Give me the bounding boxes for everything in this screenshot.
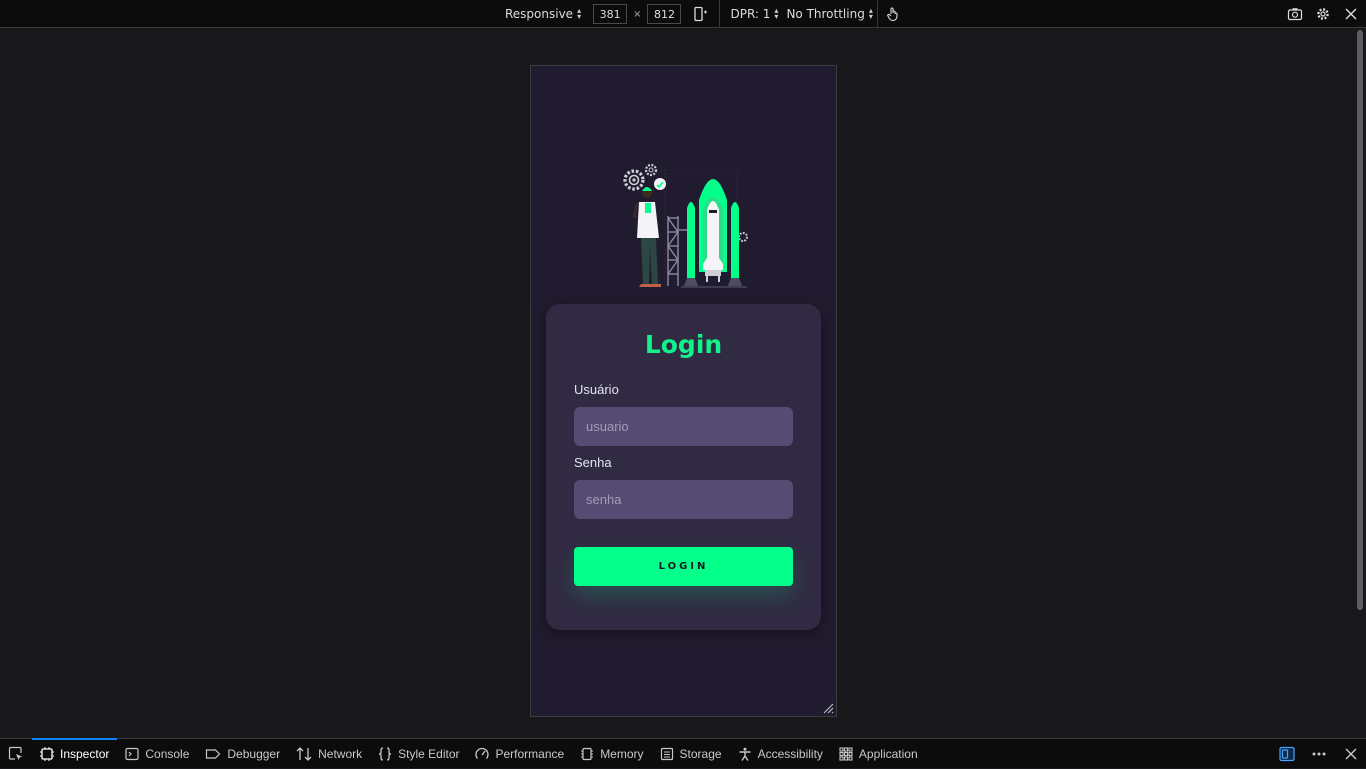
- tab-console[interactable]: Console: [117, 739, 197, 769]
- tab-label: Accessibility: [757, 746, 823, 761]
- viewport-width-input[interactable]: 381: [593, 4, 628, 24]
- tab-label: Memory: [600, 746, 644, 761]
- responsive-mode-button[interactable]: [1278, 745, 1296, 763]
- tab-application[interactable]: Application: [831, 739, 926, 769]
- element-picker-button[interactable]: [0, 739, 32, 769]
- screenshot-button[interactable]: [1286, 5, 1304, 23]
- viewport-height-input[interactable]: 812: [647, 4, 682, 24]
- tab-label: Inspector: [60, 746, 110, 761]
- vertical-scrollbar[interactable]: [1356, 30, 1364, 738]
- updown-icon: ▴ ▾: [868, 6, 873, 21]
- throttling-label: No Throttling: [786, 7, 865, 21]
- throttling-selector[interactable]: No Throttling ▴ ▾: [786, 6, 873, 22]
- rocket-launch-illustration: [623, 163, 748, 288]
- more-options-button[interactable]: [1310, 745, 1328, 763]
- responsive-viewport: Login Usuário Senha LOGIN: [530, 65, 837, 717]
- toolbar-divider: [876, 0, 878, 28]
- close-icon: [1345, 748, 1357, 760]
- tab-label: Network: [318, 746, 363, 761]
- close-rdm-button[interactable]: [1342, 5, 1360, 23]
- viewport-resize-handle[interactable]: [822, 702, 834, 714]
- password-input[interactable]: [574, 480, 793, 519]
- updown-icon: ▴ ▾: [577, 6, 582, 21]
- element-picker-icon: [8, 746, 22, 760]
- username-label: Usuário: [574, 382, 619, 397]
- login-button[interactable]: LOGIN: [574, 547, 793, 586]
- close-devtools-button[interactable]: [1342, 745, 1360, 763]
- tab-memory[interactable]: Memory: [572, 739, 651, 769]
- accessibility-icon: [739, 747, 751, 761]
- touch-simulation-button[interactable]: [884, 5, 902, 23]
- toolbar-divider: [719, 0, 721, 28]
- network-icon: [296, 746, 312, 761]
- device-selector[interactable]: Responsive ▴ ▾: [505, 6, 582, 22]
- performance-icon: [475, 747, 490, 759]
- tab-accessibility[interactable]: Accessibility: [730, 739, 831, 769]
- scrollbar-thumb[interactable]: [1357, 30, 1363, 610]
- tab-label: Style Editor: [398, 746, 460, 761]
- dpr-label: DPR: 1: [730, 7, 771, 21]
- memory-icon: [581, 747, 594, 760]
- console-icon: [125, 747, 139, 760]
- responsive-design-toolbar: Responsive ▴ ▾ 381 × 812 DPR: 1 ▴ ▾ No Thr…: [0, 0, 1366, 28]
- storage-icon: [660, 747, 673, 760]
- rotate-viewport-button[interactable]: [691, 5, 709, 23]
- dimension-separator: ×: [633, 8, 642, 20]
- password-label: Senha: [574, 455, 612, 470]
- gear-icon: [1317, 8, 1329, 20]
- dpr-selector[interactable]: DPR: 1 ▴ ▾: [730, 6, 779, 22]
- inspector-icon: [40, 746, 54, 761]
- devtools-tabbar: Inspector Console Debugger Network Style…: [0, 737, 1366, 769]
- tab-label: Debugger: [227, 746, 281, 761]
- device-selector-label: Responsive: [505, 7, 574, 21]
- toolbar-right: [1286, 0, 1360, 28]
- close-icon: [1345, 8, 1357, 20]
- login-card: Login Usuário Senha LOGIN: [546, 304, 821, 630]
- tab-inspector[interactable]: Inspector: [32, 737, 118, 769]
- toolbar-center: Responsive ▴ ▾ 381 × 812 DPR: 1 ▴ ▾ No Thr…: [505, 0, 902, 28]
- tab-storage[interactable]: Storage: [652, 739, 730, 769]
- tab-performance[interactable]: Performance: [467, 739, 572, 769]
- tab-network[interactable]: Network: [288, 739, 370, 769]
- tab-label: Storage: [679, 746, 722, 761]
- responsive-mode-icon: [1279, 746, 1295, 762]
- style-editor-icon: [379, 746, 392, 761]
- tab-label: Application: [858, 746, 918, 761]
- tab-style-editor[interactable]: Style Editor: [370, 739, 467, 769]
- rotate-icon: [694, 6, 708, 22]
- login-title: Login: [644, 330, 723, 359]
- username-input[interactable]: [574, 407, 793, 446]
- tab-label: Performance: [495, 746, 565, 761]
- more-dots-icon: [1312, 752, 1326, 756]
- devtools-right-controls: [1278, 739, 1360, 769]
- touch-hand-icon: [887, 7, 898, 22]
- tab-debugger[interactable]: Debugger: [197, 739, 288, 769]
- application-icon: [839, 746, 853, 761]
- tab-label: Console: [145, 746, 190, 761]
- debugger-icon: [206, 748, 221, 759]
- updown-icon: ▴ ▾: [774, 6, 779, 21]
- camera-icon: [1287, 8, 1303, 21]
- settings-button[interactable]: [1314, 5, 1332, 23]
